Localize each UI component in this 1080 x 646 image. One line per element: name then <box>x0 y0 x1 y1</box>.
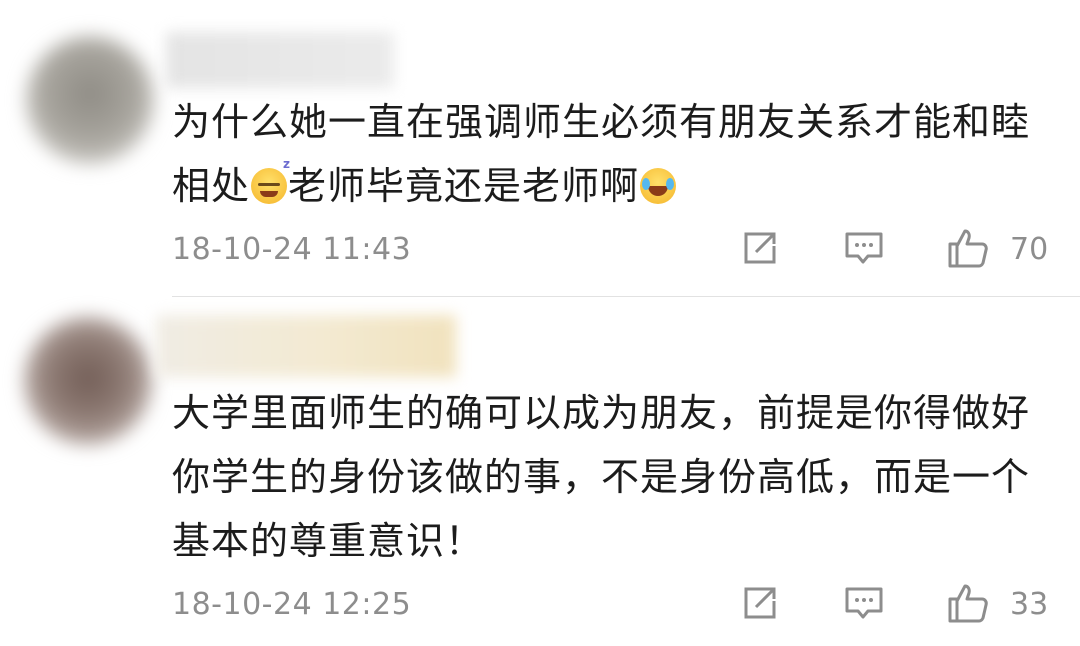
like-count: 33 <box>1010 587 1049 622</box>
comment-icon <box>845 587 883 619</box>
share-icon <box>744 232 776 264</box>
share-button[interactable] <box>738 581 786 629</box>
sleepy-emoji-icon: z <box>251 158 290 204</box>
username-blurred[interactable] <box>166 32 394 88</box>
comment-text-part: 老师毕竟还是老师啊 <box>288 164 640 208</box>
share-icon <box>744 587 776 619</box>
comment-button[interactable] <box>842 581 890 629</box>
like-button[interactable]: 33 <box>944 581 1080 629</box>
thumbs-up-icon <box>948 229 988 268</box>
comment-item: 大学里面师生的确可以成为朋友，前提是你得做好你学生的身份该做的事，不是身份高低，… <box>0 297 1080 646</box>
timestamp: 18-10-24 11:43 <box>172 232 412 267</box>
comment-item: 为什么她一直在强调师生必须有朋友关系才能和睦相处 z 老师毕竟还是老师啊 18-10… <box>0 0 1080 296</box>
like-button[interactable]: 70 <box>944 226 1080 274</box>
like-count: 70 <box>1010 232 1049 267</box>
comment-text: 为什么她一直在强调师生必须有朋友关系才能和睦相处 z 老师毕竟还是老师啊 <box>172 90 1052 218</box>
comment-button[interactable] <box>842 226 890 274</box>
comment-icon <box>845 232 883 264</box>
share-button[interactable] <box>738 226 786 274</box>
comment-meta: 18-10-24 11:43 70 <box>172 226 1080 274</box>
comment-meta: 18-10-24 12:25 33 <box>172 581 1080 629</box>
thumbs-up-icon <box>948 584 988 623</box>
timestamp: 18-10-24 12:25 <box>172 587 412 622</box>
username-blurred[interactable] <box>156 315 456 377</box>
laughing-tears-emoji-icon <box>640 168 677 204</box>
comment-text: 大学里面师生的确可以成为朋友，前提是你得做好你学生的身份该做的事，不是身份高低，… <box>172 391 1031 563</box>
avatar[interactable] <box>24 317 152 445</box>
avatar[interactable] <box>26 36 154 164</box>
